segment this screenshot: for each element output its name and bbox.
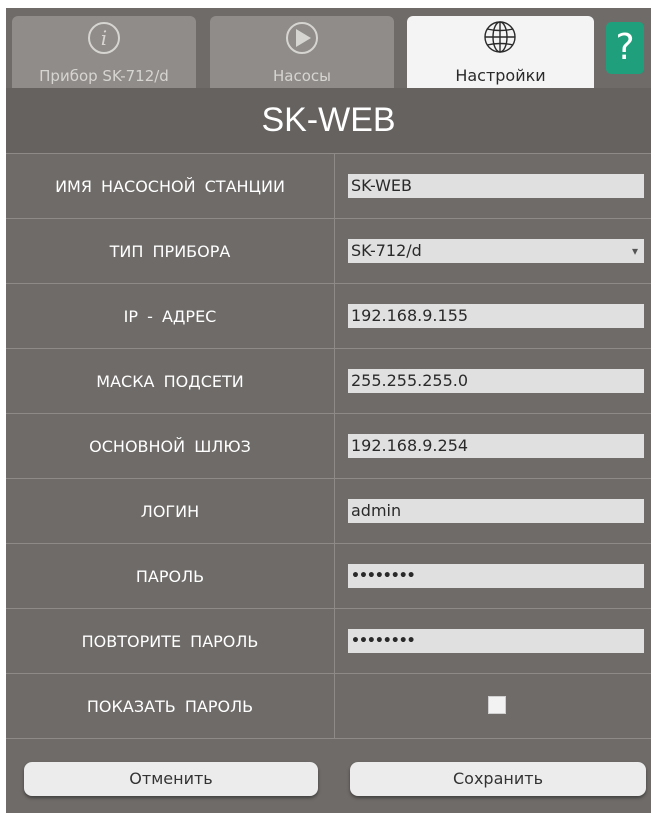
form-row-password: ПАРОЛЬ •••••••• [6,544,651,609]
login-label: ЛОГИН [6,479,335,543]
form-row-login: ЛОГИН admin [6,479,651,544]
device-type-select[interactable]: SK-712/d [348,239,644,263]
form-row-password-repeat: ПОВТОРИТЕ ПАРОЛЬ •••••••• [6,609,651,674]
show-password-label: ПОКАЗАТЬ ПАРОЛЬ [6,674,335,738]
gateway-input[interactable]: 192.168.9.254 [348,434,644,458]
svg-text:i: i [101,26,107,50]
subnet-mask-label: МАСКА ПОДСЕТИ [6,349,335,413]
form-row-ip-address: IP - АДРЕС 192.168.9.155 [6,284,651,349]
tab-device-label: Прибор SK-712/d [39,67,169,85]
ip-address-input[interactable]: 192.168.9.155 [348,304,644,328]
tab-device[interactable]: i Прибор SK-712/d [12,16,196,88]
password-repeat-label: ПОВТОРИТЕ ПАРОЛЬ [6,609,335,673]
gateway-label: ОСНОВНОЙ ШЛЮЗ [6,414,335,478]
form-row-device-type: ТИП ПРИБОРА SK-712/d [6,219,651,284]
password-label: ПАРОЛЬ [6,544,335,608]
info-icon: i [12,20,196,54]
help-button[interactable]: ? [606,22,644,74]
subnet-mask-input[interactable]: 255.255.255.0 [348,369,644,393]
password-input[interactable]: •••••••• [348,564,644,588]
show-password-checkbox[interactable] [488,696,506,714]
play-icon [210,20,394,54]
save-button[interactable]: Сохранить [350,762,646,796]
form-row-station-name: ИМЯ НАСОСНОЙ СТАНЦИИ SK-WEB [6,154,651,219]
password-repeat-input[interactable]: •••••••• [348,629,644,653]
tab-settings[interactable]: Настройки [407,16,594,88]
station-name-input[interactable]: SK-WEB [348,174,644,198]
settings-form: ИМЯ НАСОСНОЙ СТАНЦИИ SK-WEB ТИП ПРИБОРА … [6,153,651,739]
tab-bar: i Прибор SK-712/d Насосы Настройки ? [6,8,651,88]
tab-settings-label: Настройки [455,66,546,85]
station-name-label: ИМЯ НАСОСНОЙ СТАНЦИИ [6,154,335,218]
globe-icon [407,20,594,54]
tab-pumps-label: Насосы [273,67,331,85]
tab-pumps[interactable]: Насосы [210,16,394,88]
ip-address-label: IP - АДРЕС [6,284,335,348]
settings-panel: i Прибор SK-712/d Насосы Настройки ? SK-… [6,8,651,813]
form-row-show-password: ПОКАЗАТЬ ПАРОЛЬ [6,674,651,739]
login-input[interactable]: admin [348,499,644,523]
page-title: SK-WEB [6,88,651,153]
cancel-button[interactable]: Отменить [24,762,318,796]
form-row-gateway: ОСНОВНОЙ ШЛЮЗ 192.168.9.254 [6,414,651,479]
form-row-subnet-mask: МАСКА ПОДСЕТИ 255.255.255.0 [6,349,651,414]
device-type-label: ТИП ПРИБОРА [6,219,335,283]
